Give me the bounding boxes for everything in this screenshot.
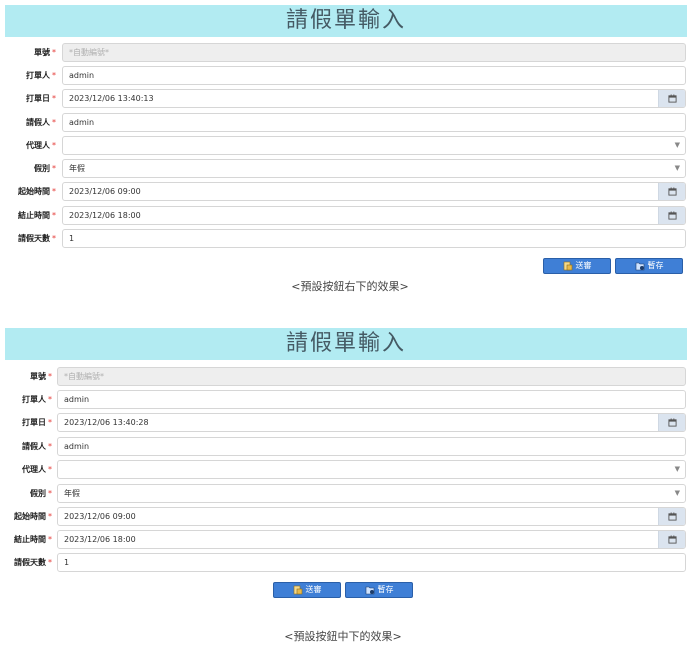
calendar-icon[interactable] [658,90,685,107]
days-field[interactable]: 1 [57,553,686,572]
deputy-label: 代理人 * [26,141,56,150]
caption: <預設按鈕中下的效果> [284,630,402,643]
end-time-label: 結止時間 * [14,535,52,544]
end-time-field[interactable]: 2023/12/06 18:00 [62,206,686,225]
send-review-icon [563,261,572,271]
leave-type-select[interactable]: 年假 ▼ [62,159,686,178]
leave-type-value: 年假 [69,164,85,173]
leave-type-label: 假別 * [30,489,52,498]
start-time-label: 起始時間 * [14,512,52,521]
creator-label: 打單人 * [22,395,52,404]
dropdown-caret-icon: ▼ [674,141,680,149]
applicant-field[interactable]: admin [57,437,686,456]
deputy-select[interactable]: ▼ [57,460,686,479]
end-time-value: 2023/12/06 18:00 [64,535,136,544]
create-date-field[interactable]: 2023/12/06 13:40:13 [62,89,686,108]
dropdown-caret-icon: ▼ [674,465,680,473]
create-date-label: 打單日 * [22,418,52,427]
creator-label: 打單人 * [26,71,56,80]
submit-button[interactable]: 送審 [273,582,341,598]
submit-label: 送審 [575,261,592,270]
calendar-icon[interactable] [658,508,685,525]
end-time-value: 2023/12/06 18:00 [69,211,141,220]
leave-type-label: 假別 * [34,164,56,173]
leave-type-select[interactable]: 年假 ▼ [57,484,686,503]
start-time-field[interactable]: 2023/12/06 09:00 [62,182,686,201]
doc-no-label: 單號 * [34,48,56,57]
days-field[interactable]: 1 [62,229,686,248]
doc-no-placeholder: *自動編號* [69,48,109,57]
calendar-icon[interactable] [658,531,685,548]
send-review-icon [293,585,302,595]
doc-no-label: 單號 * [30,372,52,381]
leave-type-value: 年假 [64,489,80,498]
end-time-field[interactable]: 2023/12/06 18:00 [57,530,686,549]
calendar-icon[interactable] [658,183,685,200]
doc-no-field: *自動編號* [62,43,686,62]
save-draft-icon [635,262,644,271]
create-date-label: 打單日 * [26,94,56,103]
applicant-field[interactable]: admin [62,113,686,132]
applicant-label: 請假人 * [22,442,52,451]
start-time-label: 起始時間 * [18,187,56,196]
days-label: 請假天數 * [18,234,56,243]
dropdown-caret-icon: ▼ [674,489,680,497]
form-title: 請假單輸入 [5,328,687,360]
days-label: 請假天數 * [14,558,52,567]
save-label: 暫存 [647,261,664,270]
start-time-value: 2023/12/06 09:00 [69,187,141,196]
form-title: 請假單輸入 [5,5,687,37]
submit-button[interactable]: 送審 [543,258,611,274]
doc-no-placeholder: *自動編號* [64,372,104,381]
start-time-value: 2023/12/06 09:00 [64,512,136,521]
caption: <預設按鈕右下的效果> [291,280,409,293]
save-draft-icon [365,586,374,595]
save-button[interactable]: 暫存 [345,582,413,598]
calendar-icon[interactable] [658,414,685,431]
start-time-field[interactable]: 2023/12/06 09:00 [57,507,686,526]
save-label: 暫存 [377,585,394,594]
dropdown-caret-icon: ▼ [674,164,680,172]
creator-field[interactable]: admin [57,390,686,409]
deputy-label: 代理人 * [22,465,52,474]
creator-field[interactable]: admin [62,66,686,85]
create-date-field[interactable]: 2023/12/06 13:40:28 [57,413,686,432]
calendar-icon[interactable] [658,207,685,224]
save-button[interactable]: 暫存 [615,258,683,274]
deputy-select[interactable]: ▼ [62,136,686,155]
submit-label: 送審 [305,585,322,594]
doc-no-field: *自動編號* [57,367,686,386]
create-date-value: 2023/12/06 13:40:28 [64,418,149,427]
end-time-label: 結止時間 * [18,211,56,220]
create-date-value: 2023/12/06 13:40:13 [69,94,154,103]
applicant-label: 請假人 * [26,118,56,127]
